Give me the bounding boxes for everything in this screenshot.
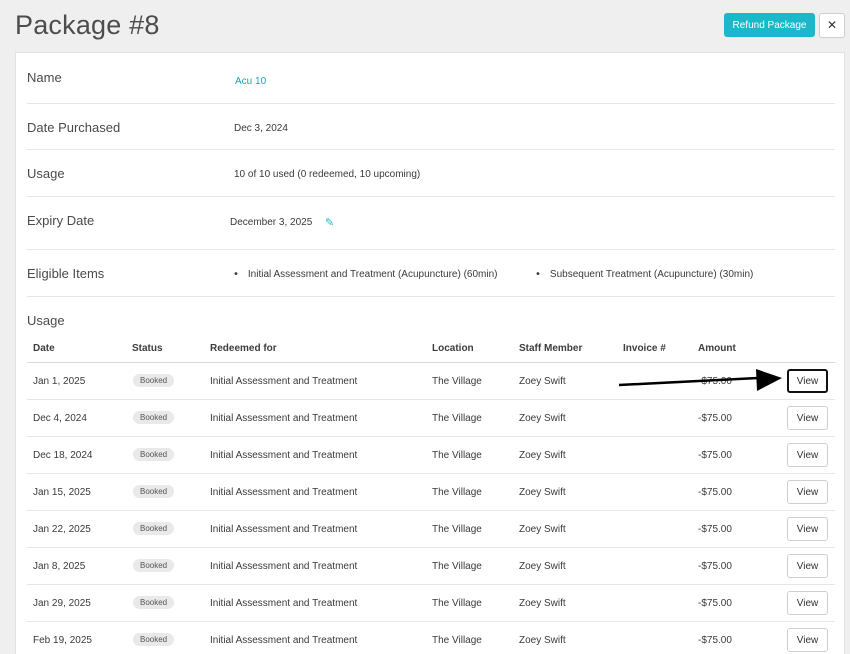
expiry-date-row: Expiry Date December 3, 2025 ✎ <box>27 197 835 250</box>
column-header-location: Location <box>432 343 474 354</box>
expiry-date-label: Expiry Date <box>27 213 95 228</box>
table-row: Jan 1, 2025 Initial Assessment and Treatm… <box>27 363 835 400</box>
cell-location: The Village <box>432 635 482 646</box>
status-badge: Booked <box>133 374 175 387</box>
cell-redeemed-for: Initial Assessment and Treatment <box>210 561 358 572</box>
cell-date: Jan 1, 2025 <box>33 376 86 387</box>
date-purchased-value: Dec 3, 2024 <box>234 123 288 134</box>
name-label: Name <box>27 70 62 85</box>
cell-amount: -$75.00 <box>698 598 732 609</box>
usage-label: Usage <box>27 166 65 181</box>
cell-staff-member: Zoey Swift <box>519 376 566 387</box>
cell-redeemed-for: Initial Assessment and Treatment <box>210 450 358 461</box>
view-button[interactable]: View <box>787 628 828 652</box>
cell-date: Dec 4, 2024 <box>33 413 87 424</box>
column-header-status: Status <box>132 343 163 354</box>
view-button[interactable]: View <box>787 591 828 615</box>
cell-date: Jan 15, 2025 <box>33 487 91 498</box>
close-icon[interactable]: ✕ <box>819 13 845 38</box>
cell-amount: -$75.00 <box>698 413 732 424</box>
status-badge: Booked <box>133 485 175 498</box>
view-button[interactable]: View <box>787 406 828 430</box>
cell-redeemed-for: Initial Assessment and Treatment <box>210 413 358 424</box>
cell-staff-member: Zoey Swift <box>519 413 566 424</box>
column-header-amount: Amount <box>698 343 736 354</box>
usage-table-heading: Usage <box>27 313 65 328</box>
status-badge: Booked <box>133 411 175 424</box>
view-button[interactable]: View <box>787 443 828 467</box>
table-row: Jan 29, 2025 Initial Assessment and Treat… <box>27 585 835 622</box>
table-row: Jan 15, 2025 Initial Assessment and Treat… <box>27 474 835 511</box>
eligible-items-label: Eligible Items <box>27 266 105 281</box>
column-header-date: Date <box>33 343 55 354</box>
cell-date: Dec 18, 2024 <box>33 450 93 461</box>
view-button[interactable]: View <box>787 554 828 578</box>
cell-amount: -$75.00 <box>698 561 732 572</box>
package-name-link[interactable]: Acu 10 <box>235 76 266 87</box>
cell-redeemed-for: Initial Assessment and Treatment <box>210 524 358 535</box>
cell-location: The Village <box>432 524 482 535</box>
cell-date: Jan 22, 2025 <box>33 524 91 535</box>
cell-staff-member: Zoey Swift <box>519 561 566 572</box>
eligible-item: Subsequent Treatment (Acupuncture) (30mi… <box>535 269 753 280</box>
view-button[interactable]: View <box>787 480 828 504</box>
column-header-staff-member: Staff Member <box>519 343 583 354</box>
status-badge: Booked <box>133 559 175 572</box>
usage-summary-row: Usage 10 of 10 used (0 redeemed, 10 upco… <box>27 150 835 197</box>
view-button[interactable]: View <box>787 517 828 541</box>
expiry-date-value: December 3, 2025 <box>230 217 313 228</box>
status-badge: Booked <box>133 522 175 535</box>
cell-date: Feb 19, 2025 <box>33 635 92 646</box>
status-badge: Booked <box>133 633 175 646</box>
view-button[interactable]: View <box>787 369 828 393</box>
cell-amount: -$75.00 <box>698 376 732 387</box>
cell-staff-member: Zoey Swift <box>519 524 566 535</box>
date-purchased-row: Date Purchased Dec 3, 2024 <box>27 104 835 150</box>
name-row: Name Acu 10 <box>27 53 835 104</box>
refund-package-button[interactable]: Refund Package <box>724 13 815 37</box>
package-details-card: Name Acu 10 Date Purchased Dec 3, 2024 U… <box>15 52 845 654</box>
cell-location: The Village <box>432 413 482 424</box>
cell-staff-member: Zoey Swift <box>519 487 566 498</box>
cell-location: The Village <box>432 561 482 572</box>
column-header-invoice: Invoice # <box>623 343 666 354</box>
page-title: Package #8 <box>15 10 160 40</box>
date-purchased-label: Date Purchased <box>27 120 121 135</box>
cell-location: The Village <box>432 487 482 498</box>
status-badge: Booked <box>133 448 175 461</box>
cell-date: Jan 29, 2025 <box>33 598 91 609</box>
cell-redeemed-for: Initial Assessment and Treatment <box>210 376 358 387</box>
cell-location: The Village <box>432 376 482 387</box>
eligible-items-row: Eligible Items Initial Assessment and Tr… <box>27 250 835 297</box>
cell-amount: -$75.00 <box>698 450 732 461</box>
table-row: Dec 4, 2024 Initial Assessment and Treatm… <box>27 400 835 437</box>
cell-date: Jan 8, 2025 <box>33 561 86 572</box>
cell-staff-member: Zoey Swift <box>519 635 566 646</box>
cell-location: The Village <box>432 598 482 609</box>
column-header-redeemed-for: Redeemed for <box>210 343 277 354</box>
cell-amount: -$75.00 <box>698 635 732 646</box>
pencil-icon[interactable]: ✎ <box>325 216 334 229</box>
cell-redeemed-for: Initial Assessment and Treatment <box>210 487 358 498</box>
cell-redeemed-for: Initial Assessment and Treatment <box>210 635 358 646</box>
table-row: Jan 8, 2025 Initial Assessment and Treatm… <box>27 548 835 585</box>
usage-value: 10 of 10 used (0 redeemed, 10 upcoming) <box>234 169 421 180</box>
cell-amount: -$75.00 <box>698 487 732 498</box>
cell-staff-member: Zoey Swift <box>519 598 566 609</box>
cell-amount: -$75.00 <box>698 524 732 535</box>
table-row: Dec 18, 2024 Initial Assessment and Treat… <box>27 437 835 474</box>
status-badge: Booked <box>133 596 175 609</box>
cell-staff-member: Zoey Swift <box>519 450 566 461</box>
table-row: Feb 19, 2025 Initial Assessment and Treat… <box>27 622 835 654</box>
cell-location: The Village <box>432 450 482 461</box>
table-row: Jan 22, 2025 Initial Assessment and Treat… <box>27 511 835 548</box>
cell-redeemed-for: Initial Assessment and Treatment <box>210 598 358 609</box>
eligible-item: Initial Assessment and Treatment (Acupun… <box>233 269 498 280</box>
